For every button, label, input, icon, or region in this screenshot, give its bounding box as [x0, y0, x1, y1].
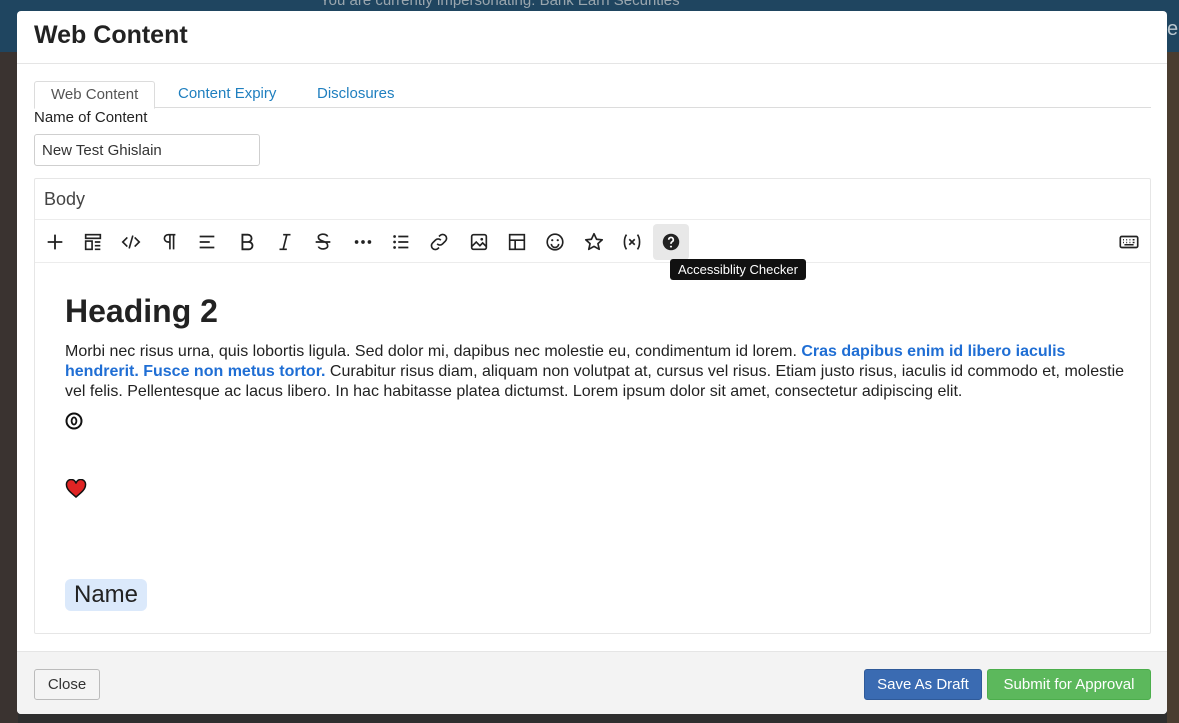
- align-left-icon[interactable]: [189, 224, 225, 260]
- strikethrough-icon[interactable]: [305, 224, 341, 260]
- emoji-icon[interactable]: [537, 224, 573, 260]
- tab-content-expiry[interactable]: Content Expiry: [162, 81, 292, 108]
- plus-icon[interactable]: [37, 224, 73, 260]
- backdrop-left: [0, 52, 18, 723]
- keyboard-icon[interactable]: [1111, 224, 1147, 260]
- copyright-icon: [65, 412, 83, 430]
- name-of-content-input[interactable]: [34, 134, 260, 166]
- link-icon[interactable]: [421, 224, 457, 260]
- modal-header: Web Content: [17, 11, 1167, 64]
- table-icon[interactable]: [499, 224, 535, 260]
- code-icon[interactable]: [113, 224, 149, 260]
- more-icon[interactable]: [345, 224, 381, 260]
- submit-for-approval-button[interactable]: Submit for Approval: [987, 669, 1151, 700]
- bulleted-list-icon[interactable]: [383, 224, 419, 260]
- content-paragraph: Morbi nec risus urna, quis lobortis ligu…: [65, 342, 1125, 402]
- editor-toolbar: [35, 220, 1150, 263]
- modal-footer: Close Save As Draft Submit for Approval: [17, 651, 1167, 714]
- paragraph-icon[interactable]: [151, 224, 187, 260]
- backdrop-right: [1167, 52, 1179, 723]
- star-icon[interactable]: [576, 224, 612, 260]
- help-icon[interactable]: [653, 224, 689, 260]
- heart-icon: [65, 478, 87, 499]
- blocks-icon[interactable]: [75, 224, 111, 260]
- close-button[interactable]: Close: [34, 669, 100, 700]
- variable-icon[interactable]: [614, 224, 650, 260]
- name-of-content-label: Name of Content: [34, 109, 148, 126]
- web-content-modal: Web Content Web Content Content Expiry D…: [17, 11, 1167, 714]
- tab-web-content[interactable]: Web Content: [34, 81, 156, 109]
- tab-bar: Web Content Content Expiry Disclosures: [34, 81, 1151, 109]
- body-label: Body: [35, 179, 1150, 220]
- modal-title: Web Content: [34, 21, 188, 49]
- image-icon[interactable]: [461, 224, 497, 260]
- paragraph-text-start: Morbi nec risus urna, quis lobortis ligu…: [65, 343, 802, 360]
- tab-disclosures[interactable]: Disclosures: [301, 81, 411, 108]
- italic-icon[interactable]: [267, 224, 303, 260]
- body-editor: Body Accessiblity Checker Heading 2 Morb…: [34, 178, 1151, 634]
- backdrop-right-text: e: [1167, 18, 1179, 40]
- editor-content[interactable]: Heading 2 Morbi nec risus urna, quis lob…: [65, 293, 1125, 402]
- content-heading: Heading 2: [65, 293, 218, 329]
- name-placeholder-chip[interactable]: Name: [65, 579, 148, 611]
- save-as-draft-button[interactable]: Save As Draft: [864, 669, 982, 700]
- accessibility-checker-tooltip: Accessiblity Checker: [670, 259, 806, 280]
- bold-icon[interactable]: [229, 224, 265, 260]
- impersonation-banner-text: You are currently impersonating: Bank Ea…: [320, 0, 680, 9]
